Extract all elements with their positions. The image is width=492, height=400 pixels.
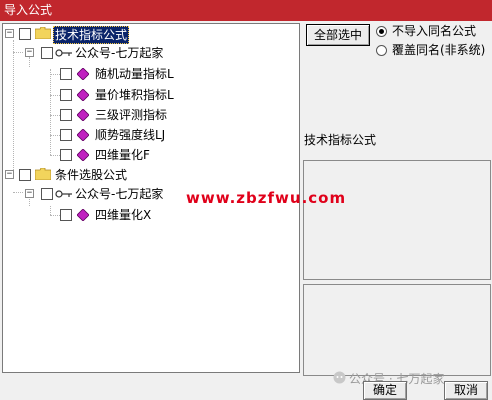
tree-group-label[interactable]: 条件选股公式	[53, 167, 129, 183]
tree-formula-item[interactable]: 顺势强度线LJ	[93, 127, 167, 143]
folder-icon	[35, 27, 51, 39]
tree-guide	[50, 206, 51, 215]
radio-skip-duplicates[interactable]	[376, 26, 387, 37]
formula-diamond-icon	[77, 149, 89, 161]
formula-diamond-icon	[77, 129, 89, 141]
description-panel	[303, 160, 491, 280]
tree-guide	[29, 57, 30, 67]
checkbox-formula[interactable]	[60, 89, 72, 101]
formula-diamond-icon	[77, 109, 89, 121]
tree-formula-item[interactable]: 三级评测指标	[93, 107, 169, 123]
tree-formula-item[interactable]: 随机动量指标L	[93, 66, 176, 82]
tree-guide	[50, 69, 51, 155]
checkbox-account[interactable]	[41, 47, 53, 59]
formula-diamond-icon	[77, 89, 89, 101]
window-titlebar: 导入公式	[0, 0, 492, 21]
collapse-toggle-icon[interactable]: −	[25, 48, 34, 57]
category-label: 技术指标公式	[304, 133, 377, 147]
checkbox-formula[interactable]	[60, 129, 72, 141]
watermark-url: www.zbzfwu.com	[186, 189, 347, 207]
tree-guide	[50, 135, 60, 136]
tree-account-label[interactable]: 公众号-七万起家	[73, 186, 165, 202]
collapse-toggle-icon[interactable]: −	[25, 189, 34, 198]
tree-formula-item[interactable]: 四维量化X	[93, 207, 153, 223]
radio-skip-duplicates-label[interactable]: 不导入同名公式	[392, 24, 476, 38]
radio-overwrite-duplicates[interactable]	[376, 45, 387, 56]
key-icon	[55, 190, 72, 198]
radio-overwrite-duplicates-label[interactable]: 覆盖同名(非系统)	[392, 43, 485, 57]
tree-guide	[50, 115, 60, 116]
select-all-button[interactable]: 全部选中	[306, 24, 370, 46]
tree-guide	[50, 74, 60, 75]
checkbox-account[interactable]	[41, 188, 53, 200]
key-icon	[55, 49, 72, 57]
checkbox-formula[interactable]	[60, 149, 72, 161]
tree-guide	[50, 155, 60, 156]
tree-formula-item[interactable]: 四维量化F	[93, 147, 152, 163]
tree-group-label[interactable]: 技术指标公式	[53, 26, 130, 44]
checkbox-group-technical[interactable]	[19, 28, 31, 40]
folder-icon	[35, 168, 51, 180]
cancel-button[interactable]: 取消	[444, 381, 488, 400]
detail-panel	[303, 284, 491, 376]
formula-diamond-icon	[77, 209, 89, 221]
tree-guide	[13, 40, 14, 176]
checkbox-formula[interactable]	[60, 68, 72, 80]
window-title: 导入公式	[4, 3, 53, 17]
collapse-toggle-icon[interactable]: −	[5, 170, 14, 179]
tree-guide	[50, 215, 60, 216]
tree-guide	[50, 95, 60, 96]
checkbox-group-screener[interactable]	[19, 169, 31, 181]
collapse-toggle-icon[interactable]: −	[5, 29, 14, 38]
wechat-icon	[333, 371, 346, 384]
tree-guide	[13, 192, 23, 193]
ok-button[interactable]: 确定	[363, 381, 407, 400]
tree-guide	[13, 52, 23, 53]
checkbox-formula[interactable]	[60, 209, 72, 221]
tree-formula-item[interactable]: 量价堆积指标L	[93, 87, 176, 103]
checkbox-formula[interactable]	[60, 109, 72, 121]
formula-diamond-icon	[77, 68, 89, 80]
tree-account-label[interactable]: 公众号-七万起家	[73, 45, 165, 61]
